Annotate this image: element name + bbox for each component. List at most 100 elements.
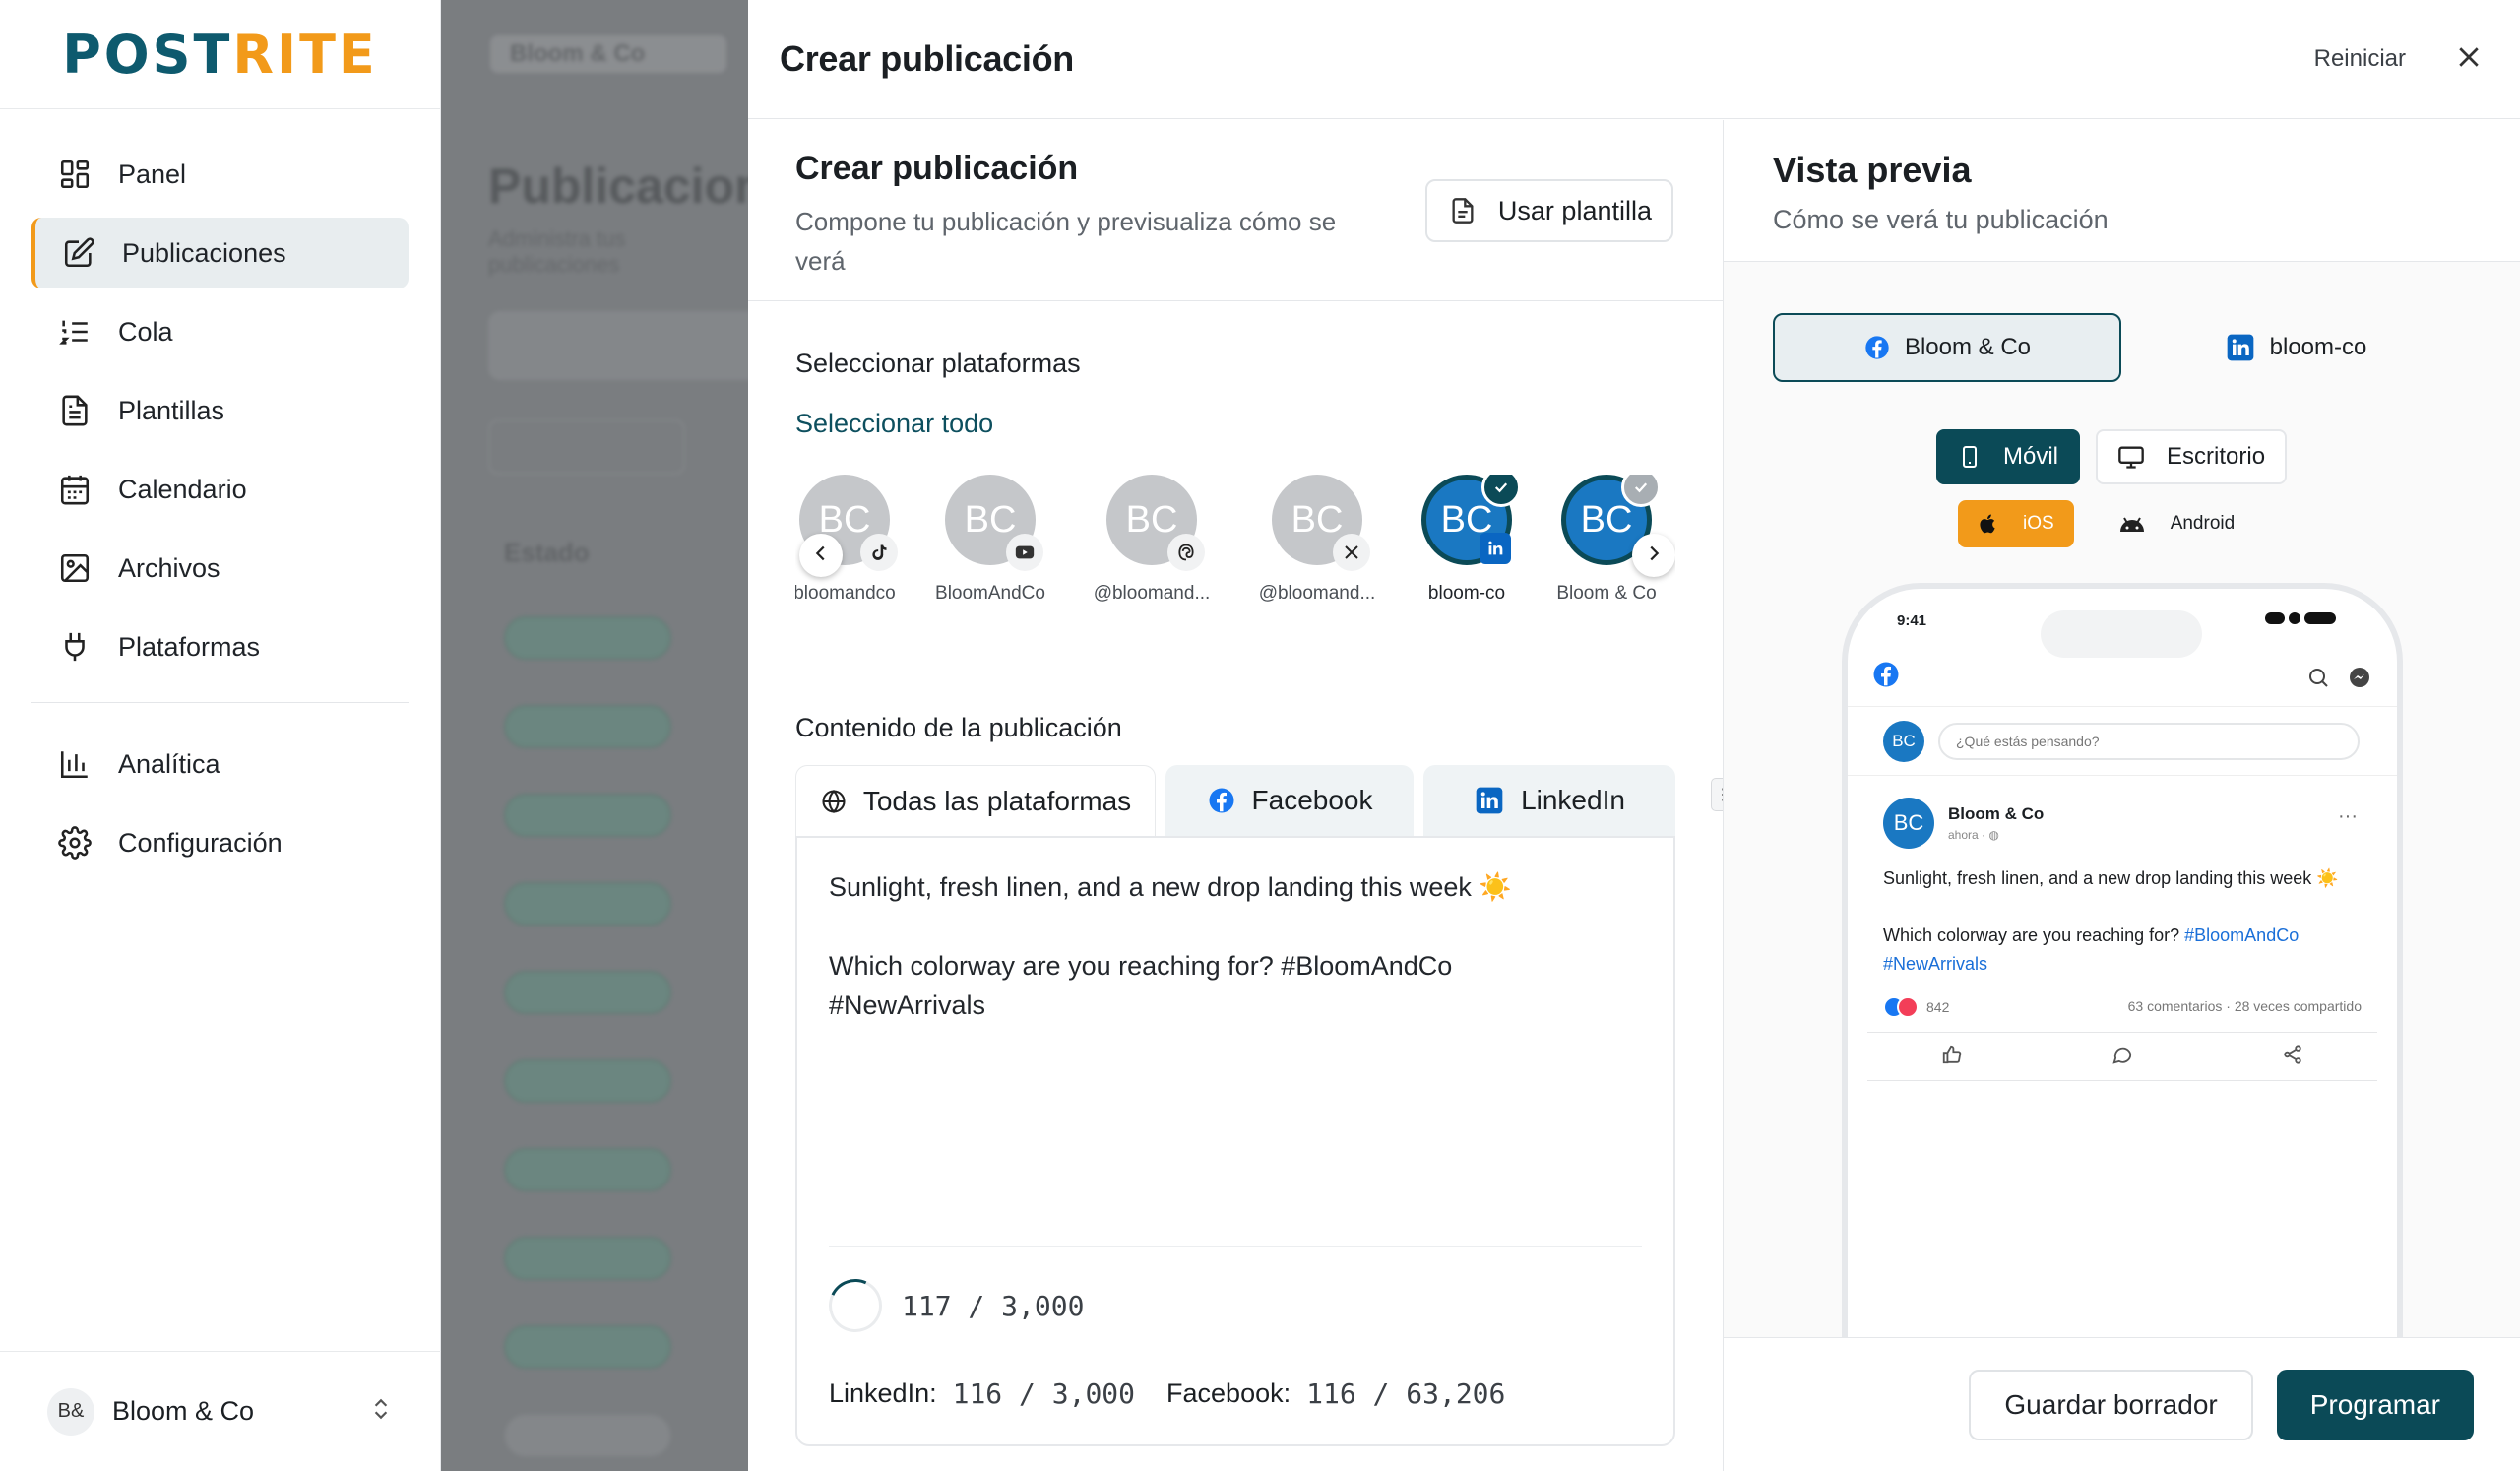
content-label: Contenido de la publicación <box>795 713 1122 742</box>
globe-icon <box>820 788 848 815</box>
monitor-icon <box>2117 443 2145 471</box>
composer-panel: Crear publicación Compone tu publicación… <box>748 120 1723 1471</box>
plug-icon <box>55 627 94 667</box>
sidebar-item-label: Panel <box>118 159 187 189</box>
account-avatar: BC <box>1272 475 1370 571</box>
more-icon: ··· <box>2338 805 2358 827</box>
search-icon <box>2306 666 2330 694</box>
org-switcher[interactable]: B& Bloom & Co <box>0 1351 441 1471</box>
phone-post-author: Bloom & Co <box>1948 804 2045 823</box>
bg-table-header: Estado <box>504 538 590 567</box>
schedule-button[interactable]: Programar <box>2276 1369 2474 1440</box>
facebook-icon <box>1871 660 1901 694</box>
sidebar-item-label: Plataformas <box>118 631 261 662</box>
tab-all-platforms[interactable]: Todas las plataformas <box>795 765 1156 836</box>
phone-post-text: Sunlight, fresh linen, and a new drop la… <box>1883 868 2339 974</box>
sidebar-item-archivos[interactable]: Archivos <box>32 533 409 604</box>
use-template-button[interactable]: Usar plantilla <box>1424 179 1673 242</box>
close-button[interactable] <box>2449 39 2488 79</box>
composer-header: Crear publicación Compone tu publicación… <box>748 120 1723 301</box>
os-android-button[interactable]: Android <box>2098 500 2255 547</box>
phone-post-stats: 842 63 comentarios · 28 veces compartido <box>1848 979 2397 1018</box>
sidebar-item-analitica[interactable]: Analítica <box>32 729 409 799</box>
sidebar-item-plantillas[interactable]: Plantillas <box>32 375 409 446</box>
account-label: bloom-co <box>1427 583 1506 604</box>
sidebar-item-cola[interactable]: Cola <box>32 296 409 367</box>
linkedin-char-count: LinkedIn: 116 / 3,000 <box>829 1377 1136 1410</box>
account-label: @bloomand... <box>1093 583 1211 604</box>
bg-page-subtitle: Administra tus publicaciones <box>488 226 626 277</box>
comments-shares: 63 comentarios · 28 veces compartido <box>2127 998 2362 1014</box>
tab-linkedin[interactable]: LinkedIn <box>1423 765 1675 836</box>
bg-status-pill <box>504 1059 671 1103</box>
preview-account-linkedin[interactable]: bloom-co <box>2121 313 2470 382</box>
chevron-right-icon <box>1643 543 1665 569</box>
os-ios-button[interactable]: iOS <box>1958 500 2074 547</box>
phone-time: 9:41 <box>1897 612 1927 629</box>
reset-button[interactable]: Reiniciar <box>2314 45 2406 73</box>
tab-label: Todas las plataformas <box>862 785 1132 816</box>
save-draft-button[interactable]: Guardar borrador <box>1969 1369 2253 1440</box>
phone-preview: 9:41 BC ¿Qué estás pensando? BC Bloom & … <box>1842 583 2403 1469</box>
platform-account-youtube[interactable]: BC BloomAndCo <box>921 475 1059 605</box>
bg-status-pill <box>504 794 671 837</box>
post-content-editor[interactable]: Sunlight, fresh linen, and a new drop la… <box>795 836 1675 1446</box>
gear-icon <box>55 823 94 863</box>
carousel-next-button[interactable] <box>1632 534 1675 577</box>
bg-status-pill <box>504 1325 671 1369</box>
bar-chart-icon <box>55 744 94 784</box>
comment-icon <box>2111 1044 2133 1070</box>
bg-status-pill <box>504 616 671 660</box>
platform-account-x[interactable]: BC @bloomand... <box>1248 475 1386 605</box>
globe-icon: ◍ <box>1988 828 1999 842</box>
progress-ring <box>821 1271 890 1340</box>
smartphone-icon <box>1958 443 1982 471</box>
bg-status-pill <box>504 705 671 748</box>
calendar-icon <box>55 470 94 509</box>
sidebar-nav: Panel Publicaciones Cola Plantillas Cale… <box>0 109 440 878</box>
background-page-overlay[interactable]: Bloom & Co Publicaciones Administra tus … <box>441 0 748 1471</box>
tab-facebook[interactable]: Facebook <box>1166 765 1414 836</box>
document-icon <box>1449 197 1477 224</box>
account-label: bloom-co <box>2269 334 2367 360</box>
device-mobile-button[interactable]: Móvil <box>1936 429 2081 484</box>
select-all-link[interactable]: Seleccionar todo <box>795 409 1675 439</box>
account-avatar: BC <box>945 475 1043 571</box>
sidebar-item-configuracion[interactable]: Configuración <box>32 807 409 878</box>
sidebar-item-publicaciones[interactable]: Publicaciones <box>32 218 409 288</box>
carousel-prev-button[interactable] <box>799 534 843 577</box>
device-desktop-button[interactable]: Escritorio <box>2096 429 2288 484</box>
facebook-app-bar <box>1848 648 2397 707</box>
account-label: BloomAndCo <box>935 583 1045 604</box>
image-icon <box>55 548 94 588</box>
sidebar-item-panel[interactable]: Panel <box>32 139 409 210</box>
platform-account-threads[interactable]: BC @bloomand... <box>1083 475 1221 605</box>
phone-post-actions <box>1867 1032 2377 1081</box>
account-label: Bloom & Co <box>1556 583 1657 604</box>
sidebar-item-label: Cola <box>118 316 173 347</box>
like-icon <box>1941 1044 1963 1070</box>
sidebar-item-label: Publicaciones <box>122 237 286 268</box>
modal-footer: Guardar borrador Programar <box>1724 1337 2520 1471</box>
modal-title: Crear publicación <box>780 38 1074 79</box>
preview-account-facebook[interactable]: Bloom & Co <box>1773 313 2121 382</box>
close-icon <box>2454 42 2484 77</box>
phone-post-header: BC Bloom & Co ahora · ◍ ··· <box>1848 776 2397 849</box>
app-logo[interactable]: POSTRITE <box>0 0 440 109</box>
post-text[interactable]: Sunlight, fresh linen, and a new drop la… <box>829 867 1642 1025</box>
facebook-char-count: Facebook: 116 / 63,206 <box>1166 1377 1506 1410</box>
bg-status-pill <box>504 1237 671 1280</box>
sidebar-item-label: Plantillas <box>118 395 225 425</box>
phone-composer-input: ¿Qué estás pensando? <box>1938 722 2360 760</box>
sidebar-item-calendario[interactable]: Calendario <box>32 454 409 525</box>
device-label: Escritorio <box>2167 443 2266 470</box>
list-ordered-icon <box>55 312 94 352</box>
sidebar-item-plataformas[interactable]: Plataformas <box>32 611 409 682</box>
platform-char-counts: LinkedIn: 116 / 3,000 Facebook: 116 / 63,2… <box>829 1377 1537 1410</box>
os-toggle: iOS Android <box>1958 500 2254 547</box>
sidebar-item-label: Configuración <box>118 827 283 858</box>
content-section: Contenido de la publicación Todas las pl… <box>795 713 1675 1446</box>
create-post-modal: Crear publicación Reiniciar Crear public… <box>748 0 2520 1471</box>
platform-account-linkedin[interactable]: BC bloom-co <box>1398 475 1536 605</box>
battery-icon <box>2265 612 2336 624</box>
